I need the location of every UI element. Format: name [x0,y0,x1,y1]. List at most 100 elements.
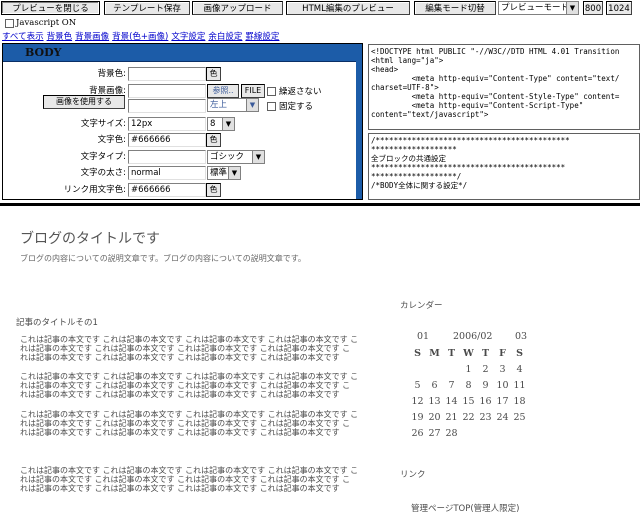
width-800-button[interactable]: 800 [583,1,603,15]
link-color-label: リンク用文字色: [63,185,126,195]
calendar-day: 20 [428,411,441,423]
html-preview-button[interactable]: HTML編集のプレビュー [286,1,410,15]
weekday: S [516,347,523,359]
bg-position-select[interactable]: 左上 ▼ [207,98,259,112]
file-button[interactable]: FILE [241,84,265,98]
weekday: F [499,347,506,359]
article-paragraph-2: これは記事の本文です これは記事の本文です これは記事の本文です これは記事の本… [20,372,358,399]
text-color-picker-button[interactable]: 色 [206,133,221,147]
weekday: M [429,347,440,359]
calendar-day: 2 [482,363,489,375]
article-line: れは記事の本文です これは記事の本文です これは記事の本文です これは記事の本文… [20,484,340,493]
calendar-month: 2006/02 [453,331,493,342]
admin-page-link[interactable]: 管理ページTOP(管理人限定) [411,502,519,514]
article-paragraph-4: これは記事の本文です これは記事の本文です これは記事の本文です これは記事の本… [20,466,358,493]
panel-scrollbar[interactable] [356,44,362,199]
calendar-day [511,425,528,441]
font-weight-input[interactable]: normal [128,166,206,180]
link-margin-settings[interactable]: 余白設定 [208,32,242,42]
calendar-day: 13 [428,395,441,407]
bg-image-path-input[interactable] [128,99,206,113]
text-color-input[interactable]: #666666 [128,133,206,147]
calendar-day: 8 [465,379,472,391]
calendar-day: 24 [496,411,509,423]
chevron-down-icon: ▼ [566,2,578,14]
calendar-day: 4 [516,363,523,375]
calendar-day: 26 [411,427,424,439]
article-line: これは記事の本文です これは記事の本文です これは記事の本文です これは記事の本… [20,466,359,475]
article-line: これは記事の本文です これは記事の本文です これは記事の本文です これは記事の本… [20,335,359,344]
bg-color-input[interactable] [128,67,206,81]
calendar-day [460,425,477,441]
calendar-day: 5 [414,379,421,391]
link-color-picker-button[interactable]: 色 [206,183,221,197]
chevron-down-icon: ▼ [222,118,234,130]
preview-mode-value: プレビューモード [501,3,570,13]
font-size-select[interactable]: 8 ▼ [207,117,235,131]
javascript-checkbox[interactable] [5,19,14,28]
bg-image-input[interactable] [128,84,206,98]
article-title[interactable]: 記事のタイトルその1 [16,316,98,328]
article-paragraph-1: これは記事の本文です これは記事の本文です これは記事の本文です これは記事の本… [20,335,358,362]
calendar-day: 17 [496,395,509,407]
fixed-checkbox[interactable] [267,102,276,111]
use-image-button[interactable]: 画像を使用する [43,95,125,109]
chevron-down-icon: ▼ [252,151,264,163]
calendar-day [477,425,494,441]
html-source-editor[interactable]: <!DOCTYPE html PUBLIC "-//W3C//DTD HTML … [368,44,640,130]
bg-color-picker-button[interactable]: 色 [206,67,221,81]
browse-button[interactable]: 参照.. [207,84,239,98]
article-line: れは記事の本文です これは記事の本文です これは記事の本文です これは記事の本文… [20,390,340,399]
calendar-day [426,361,443,377]
calendar-day: 6 [431,379,438,391]
link-bg-color-image[interactable]: 背景(色+画像) [112,32,168,42]
edit-mode-button[interactable]: 編集モード切替 [414,1,496,15]
calendar-day: 28 [445,427,458,439]
weekday: T [481,347,490,359]
article-line: これは記事の本文です これは記事の本文です これは記事の本文です これは記事の本… [20,410,359,419]
link-show-all[interactable]: すべて表示 [2,32,44,42]
calendar-day: 7 [448,379,455,391]
font-size-input[interactable]: 12px [128,117,206,131]
close-preview-button[interactable]: プレビューを閉じる [1,1,100,15]
chevron-down-icon: ▼ [228,167,240,179]
font-type-select[interactable]: ゴシック ▼ [207,150,265,164]
css-source-editor[interactable]: /***************************************… [368,133,640,200]
calendar-day: 22 [462,411,475,423]
font-size-select-value: 8 [210,119,216,129]
no-repeat-checkbox[interactable] [267,87,276,96]
calendar-heading: カレンダー [400,301,443,311]
upload-image-button[interactable]: 画像アップロード [192,1,283,15]
blog-description: ブログの内容についての説明文章です。ブログの内容についての説明文章です。 [20,254,306,263]
link-bg-image[interactable]: 背景画像 [75,32,109,42]
preview-mode-select[interactable]: プレビューモード ▼ [498,1,579,15]
calendar-day: 10 [496,379,509,391]
blog-title: ブログのタイトルです [20,231,160,247]
blog-preview: ブログのタイトルです ブログの内容についての説明文章です。ブログの内容についての… [0,206,640,519]
calendar-day: 21 [445,411,458,423]
article-line: れは記事の本文です これは記事の本文です これは記事の本文です これは記事の本文… [20,428,340,437]
link-text-settings[interactable]: 文字設定 [171,32,205,42]
article-line: れは記事の本文です これは記事の本文です これは記事の本文です これは記事の本文… [20,344,351,353]
save-template-button[interactable]: テンプレート保存 [104,1,190,15]
weekday: T [447,347,456,359]
calendar-day [409,361,426,377]
article-line: れは記事の本文です これは記事の本文です これは記事の本文です これは記事の本文… [20,419,351,428]
fixed-label: 固定する [279,102,314,112]
calendar-next-link[interactable]: 03 [515,331,527,342]
width-1024-button[interactable]: 1024 [606,1,632,15]
bg-color-label: 背景色: [97,69,126,79]
calendar-grid: S M T W T F S 1234 5 6 7 8 9 10 11 12 13 14 15 16 1… [409,345,528,441]
article-line: れは記事の本文です これは記事の本文です これは記事の本文です これは記事の本文… [20,475,351,484]
calendar-day: 27 [428,427,441,439]
link-bg-color[interactable]: 背景色 [47,32,73,42]
calendar-day: 14 [445,395,458,407]
calendar-prev-link[interactable]: 01 [417,331,429,342]
font-weight-select[interactable]: 標準 ▼ [207,166,241,180]
calendar-day: 16 [479,395,492,407]
font-type-input[interactable] [128,150,206,164]
link-border-settings[interactable]: 罫線設定 [245,32,279,42]
link-color-input[interactable]: #666666 [128,183,206,197]
panel-header: BODY [3,44,358,62]
body-settings-panel: BODY 背景色: 色 背景画像: 参照.. FILE 繰返さない 画像を使用す… [2,43,363,200]
